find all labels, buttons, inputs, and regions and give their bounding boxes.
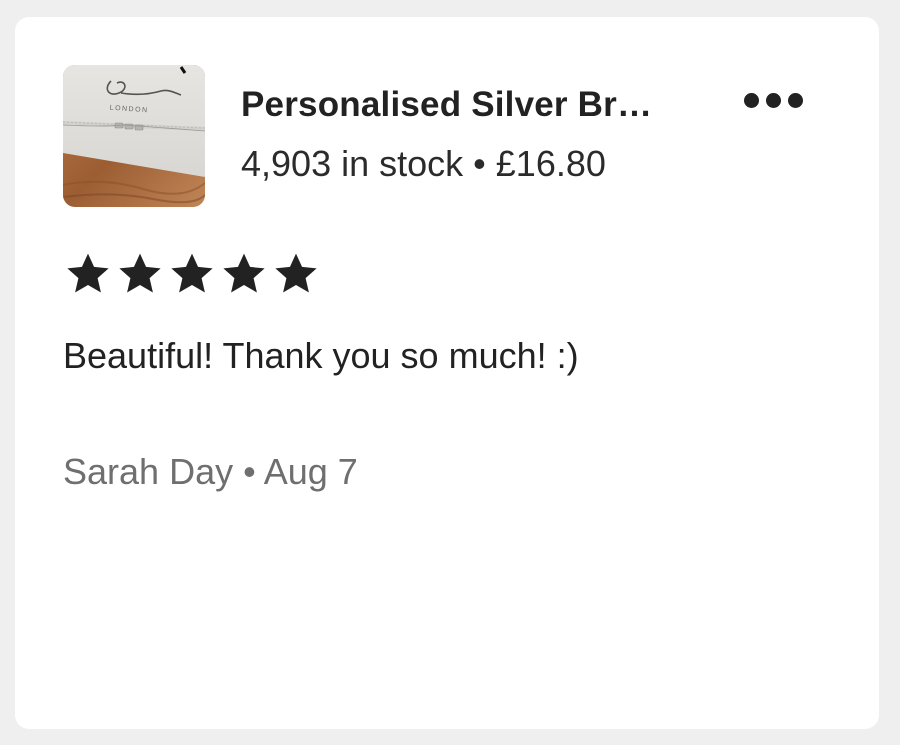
listing-price: £16.80: [495, 143, 606, 184]
listing-thumbnail[interactable]: LONDON: [63, 65, 205, 207]
review-text: Beautiful! Thank you so much! :): [63, 335, 579, 376]
stock-count: 4,903 in stock: [241, 143, 464, 184]
star-filled-icon: [119, 253, 161, 293]
more-options-button[interactable]: [737, 83, 809, 117]
star-filled-icon: [223, 253, 265, 293]
listing-title[interactable]: Personalised Silver Br…: [241, 85, 652, 125]
review-byline: Sarah Day • Aug 7: [63, 451, 358, 493]
listing-meta: 4,903 in stock • £16.80: [241, 143, 606, 185]
star-filled-icon: [171, 253, 213, 293]
more-horizontal-icon: [765, 92, 781, 108]
listing-thumbnail-image: LONDON: [63, 65, 205, 207]
review-author: Sarah Day: [63, 451, 234, 492]
more-horizontal-icon: [787, 92, 803, 108]
byline-separator: •: [243, 451, 256, 492]
star-filled-icon: [67, 253, 109, 293]
review-date: Aug 7: [263, 451, 358, 492]
meta-separator: •: [473, 143, 486, 184]
star-filled-icon: [275, 253, 317, 293]
more-horizontal-icon: [743, 92, 759, 108]
star-rating: [63, 249, 321, 299]
review-card: LONDON Personalised Silver Br… 4,903 in …: [15, 17, 879, 729]
